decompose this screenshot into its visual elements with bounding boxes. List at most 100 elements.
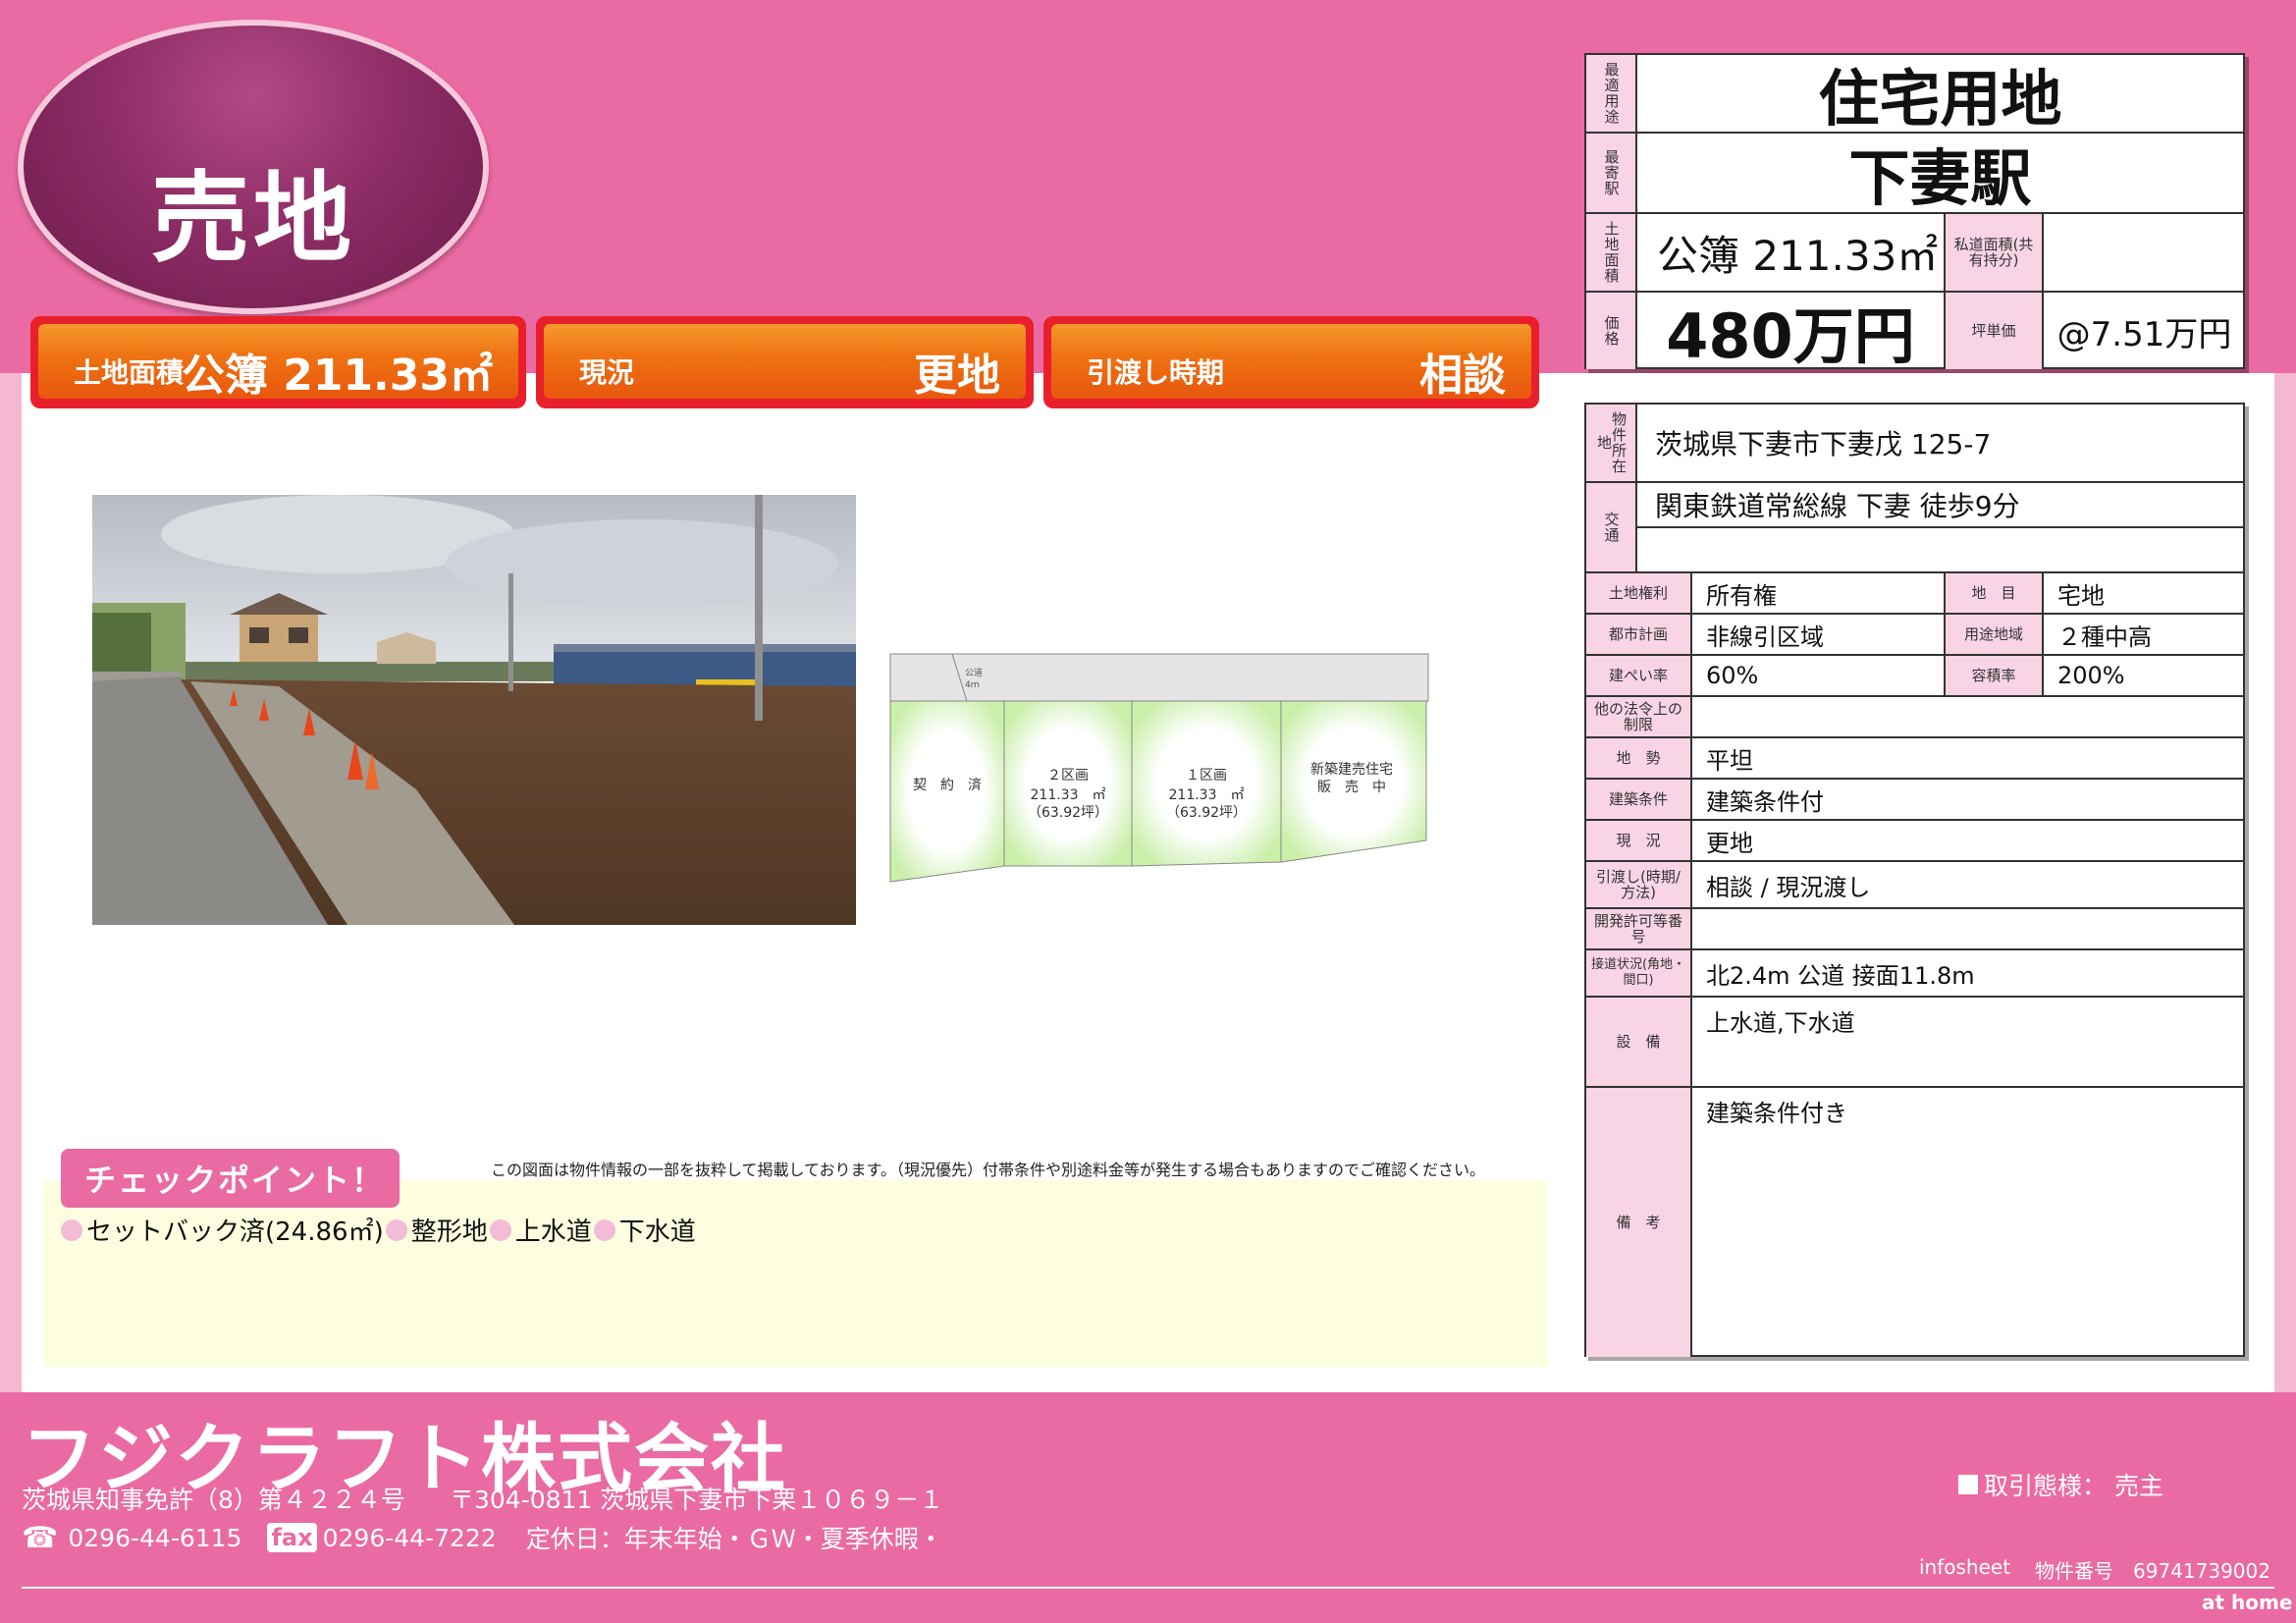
land-category-value: 宅地	[2044, 573, 2245, 615]
lot-1-name: １区画	[1186, 768, 1227, 784]
footer-divider	[22, 1587, 2274, 1589]
right-border	[2274, 373, 2296, 1394]
other-law-label: 他の法令上の制限	[1586, 697, 1692, 738]
rights-label: 土地権利	[1586, 573, 1692, 615]
checkpoint-area	[43, 1180, 1548, 1367]
checkpoint-text: 整形地	[410, 1217, 488, 1247]
transport-label: 交通	[1586, 483, 1637, 573]
transport-value: 関東鉄道常総線 下妻 徒歩9分	[1637, 483, 2245, 528]
checkpoint-item: セットバック済(24.86㎡)	[61, 1212, 384, 1248]
checkpoint-text: 下水道	[618, 1217, 696, 1247]
summary-label: 現況	[579, 356, 635, 389]
lot-2-name: ２区画	[1047, 768, 1089, 784]
transport-value-2	[1637, 528, 2245, 573]
contact-row: ☎ 0296-44-6115 fax 0296-44-7222 定休日：年末年始…	[22, 1520, 943, 1555]
site-photo	[92, 495, 856, 925]
holiday-info: 定休日：年末年始・ＧＷ・夏季休暇・	[525, 1525, 943, 1553]
checkpoint-item: 上水道	[489, 1212, 592, 1248]
city-plan-value: 非線引区域	[1692, 615, 1946, 656]
road-value: 北2.4m 公道 接面11.8m	[1692, 950, 2245, 998]
lot-plan-diagram: 公道 4ｍ 契 約 済 ２区画 211.33 ㎡ （63.92坪） １区画 21…	[888, 648, 1430, 884]
facility-label: 設 備	[1586, 998, 1692, 1088]
floor-ratio-value: 200%	[2044, 656, 2245, 697]
station-label: 最寄駅	[1586, 134, 1637, 214]
dev-permit-label: 開発許可等番号	[1586, 909, 1692, 950]
coverage-label: 建ぺい率	[1586, 656, 1692, 697]
rights-value: 所有権	[1692, 573, 1946, 615]
status-label: 現 況	[1586, 821, 1692, 862]
summary-value: 公簿 211.33㎡	[181, 351, 493, 401]
price-table: 最適用途 住宅用地 最寄駅 下妻駅 土地面積 公簿 211.33㎡ 私道面積(共…	[1584, 53, 2245, 369]
left-border	[0, 373, 22, 1394]
lot-1-area: 211.33 ㎡	[1169, 787, 1245, 803]
bullet-dot-icon	[489, 1218, 511, 1241]
tsubo-label: 坪単価	[1946, 293, 2044, 369]
lot-1	[1131, 700, 1282, 867]
summary-label: 土地面積	[74, 356, 185, 389]
location-value: 茨城県下妻市下妻戊 125-7	[1637, 405, 2245, 483]
company-address: 〒304-0811 茨城県下妻市下栗１０６９－１	[450, 1486, 944, 1514]
bullet-dot-icon	[385, 1218, 407, 1241]
checkpoint-text: 上水道	[514, 1217, 592, 1247]
square-bullet-icon	[1958, 1475, 1978, 1494]
terrain-value: 平坦	[1692, 738, 2245, 780]
handover-label: 引渡し(時期/方法)	[1586, 862, 1692, 909]
tsubo-value: @7.51万円	[2056, 314, 2232, 354]
fax-number: 0296-44-7222	[322, 1523, 497, 1552]
area-value: 公簿 211.33㎡	[1637, 214, 1946, 293]
station-value: 下妻駅	[1637, 134, 2245, 214]
terrain-label: 地 勢	[1586, 738, 1692, 780]
remarks-label: 備 考	[1586, 1088, 1692, 1357]
property-number: 物件番号 69741739002	[2035, 1559, 2270, 1583]
checkpoint-text: セットバック済(24.86㎡)	[86, 1217, 384, 1247]
summary-value: 相談	[1419, 351, 1506, 401]
facility-value: 上水道,下水道	[1692, 998, 2245, 1088]
coverage-value: 60%	[1692, 656, 1946, 697]
lot-contracted-label: 契 約 済	[913, 778, 982, 793]
remarks-value: 建築条件付き	[1706, 1100, 1847, 1127]
price-value: 480万円	[1637, 293, 1946, 369]
road-label: 接道状況(角地・間口)	[1586, 950, 1692, 998]
zoning-value: ２種中高	[2044, 615, 2245, 656]
sale-type-badge: 売地	[18, 20, 489, 314]
road-label: 公道	[965, 667, 983, 678]
use-value: 住宅用地	[1637, 55, 2245, 134]
use-label: 最適用途	[1586, 55, 1637, 134]
floor-ratio-label: 容積率	[1946, 656, 2044, 697]
checkpoint-item: 整形地	[385, 1212, 488, 1248]
summary-status: 現況 更地	[536, 316, 1034, 408]
price-label: 価格	[1586, 293, 1637, 369]
detail-table: 物件所在地 茨城県下妻市下妻戊 125-7 交通 関東鉄道常総線 下妻 徒歩9分…	[1584, 403, 2245, 1357]
bullet-dot-icon	[61, 1218, 82, 1241]
phone-number: 0296-44-6115	[68, 1523, 242, 1552]
lot-2-tsubo: （63.92坪）	[1028, 805, 1108, 821]
checkpoint-list: セットバック済(24.86㎡) 整形地 上水道 下水道	[61, 1212, 698, 1248]
build-condition-label: 建築条件	[1586, 780, 1692, 821]
dev-permit-value	[1692, 909, 2245, 950]
lot-2	[1003, 700, 1133, 867]
road-width: 4ｍ	[965, 680, 980, 690]
lot-new-house-sub: 販 売 中	[1317, 780, 1386, 795]
checkpoint-title: チェックポイント！	[61, 1149, 400, 1208]
transaction-type: 取引態様： 売主	[1958, 1467, 2163, 1502]
area-label: 土地面積	[1586, 214, 1637, 293]
location-label: 物件所在地	[1586, 405, 1637, 483]
fax-icon: fax	[267, 1523, 317, 1552]
summary-land-area: 土地面積 公簿 211.33㎡	[30, 316, 526, 408]
summary-label: 引渡し時期	[1087, 356, 1225, 389]
checkpoint-item: 下水道	[593, 1212, 696, 1248]
lot-1-tsubo: （63.92坪）	[1166, 805, 1247, 821]
lot-new-house-name: 新築建売住宅	[1310, 762, 1393, 778]
brand-logo: at home	[2202, 1591, 2293, 1614]
transaction-type-text: 取引態様： 売主	[1984, 1472, 2163, 1500]
land-category-label: 地 目	[1946, 573, 2044, 615]
other-law-value	[1692, 697, 2245, 738]
summary-value: 更地	[914, 351, 1000, 401]
zoning-label: 用途地域	[1946, 615, 2044, 656]
badge-text: 売地	[151, 161, 355, 276]
handover-value: 相談 / 現況渡し	[1692, 862, 2245, 909]
license-number: 茨城県知事免許（8）第４２２４号	[22, 1486, 405, 1514]
private-road-label: 私道面積(共有持分)	[1946, 214, 2044, 293]
build-condition-value: 建築条件付	[1692, 780, 2245, 821]
summary-handover: 引渡し時期 相談	[1043, 316, 1539, 408]
